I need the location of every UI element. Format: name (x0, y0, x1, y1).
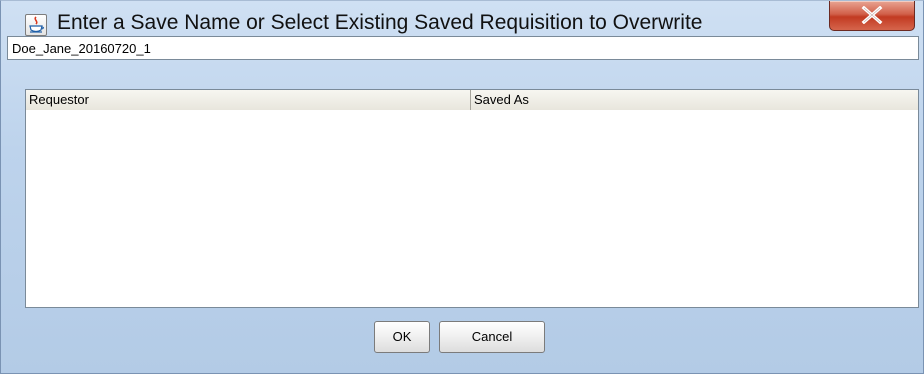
close-button[interactable] (829, 1, 915, 31)
column-header-saved-as[interactable]: Saved As (471, 90, 918, 110)
saved-requisitions-table[interactable] (25, 110, 919, 308)
save-name-input[interactable] (7, 36, 919, 60)
button-bar: OK Cancel (25, 309, 919, 369)
column-header-requestor[interactable]: Requestor (26, 90, 471, 110)
close-icon (861, 6, 883, 24)
table-header: Requestor Saved As (25, 89, 919, 111)
save-requisition-dialog: Enter a Save Name or Select Existing Sav… (0, 0, 924, 374)
java-coffee-icon (25, 14, 47, 36)
cancel-button[interactable]: Cancel (439, 321, 545, 353)
dialog-title: Enter a Save Name or Select Existing Sav… (57, 11, 703, 34)
ok-button[interactable]: OK (374, 321, 430, 353)
